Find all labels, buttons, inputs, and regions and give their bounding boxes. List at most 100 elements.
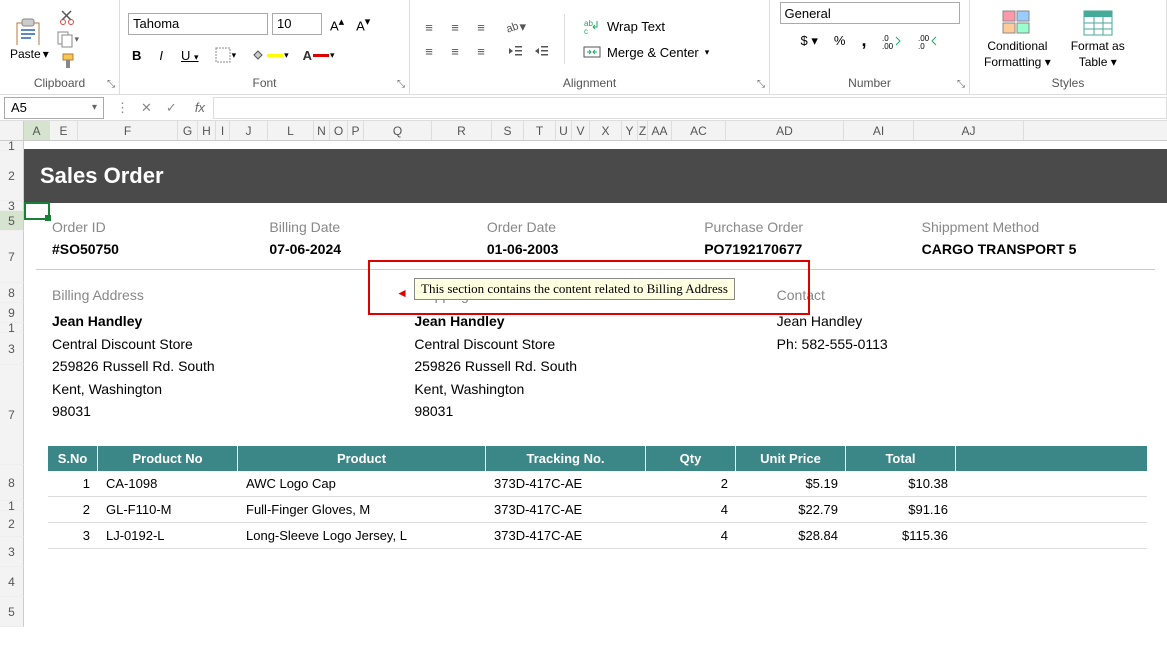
row-header[interactable]: 1 — [0, 323, 24, 333]
col-header-P[interactable]: P — [348, 121, 364, 140]
cell-pno[interactable]: LJ-0192-L — [98, 523, 238, 548]
row-header[interactable]: 3 — [0, 333, 24, 365]
col-header-AI[interactable]: AI — [844, 121, 914, 140]
col-header-X[interactable]: X — [590, 121, 622, 140]
col-header-L[interactable]: L — [268, 121, 314, 140]
decrease-indent-button[interactable] — [504, 41, 526, 61]
col-header-Y[interactable]: Y — [622, 121, 638, 140]
accept-formula-button[interactable]: ✓ — [160, 100, 183, 116]
row-header[interactable]: 5 — [0, 211, 24, 231]
col-header-AJ[interactable]: AJ — [914, 121, 1024, 140]
col-header-I[interactable]: I — [216, 121, 230, 140]
col-header-Q[interactable]: Q — [364, 121, 432, 140]
col-header-A[interactable]: A — [24, 121, 50, 140]
font-dialog-launcher[interactable]: ⤡ — [397, 79, 405, 90]
percent-button[interactable]: % — [830, 31, 850, 50]
cell-sno[interactable]: 3 — [48, 523, 98, 548]
cell-prd[interactable]: Long-Sleeve Logo Jersey, L — [238, 523, 486, 548]
col-header-H[interactable]: H — [198, 121, 216, 140]
col-header-V[interactable]: V — [572, 121, 590, 140]
align-middle-button[interactable]: ≡ — [444, 17, 466, 37]
cell-tot[interactable]: $91.16 — [846, 497, 956, 522]
bold-button[interactable]: B — [128, 46, 145, 65]
cell-upr[interactable]: $22.79 — [736, 497, 846, 522]
col-header-AC[interactable]: AC — [672, 121, 726, 140]
increase-decimal-button[interactable]: .0.00 — [878, 31, 906, 51]
col-header-Z[interactable]: Z — [638, 121, 648, 140]
cell-qty[interactable]: 4 — [646, 497, 736, 522]
name-box[interactable]: A5 ▾ — [4, 97, 104, 119]
fx-icon[interactable]: fx — [187, 100, 213, 115]
alignment-dialog-launcher[interactable]: ⤡ — [757, 79, 765, 90]
row-header[interactable]: 8 — [0, 283, 24, 303]
row-header[interactable]: 2 — [0, 511, 24, 537]
orientation-button[interactable]: ab▾ — [504, 17, 526, 37]
row-header[interactable]: 3 — [0, 201, 24, 211]
cell-prd[interactable]: Full-Finger Gloves, M — [238, 497, 486, 522]
cell-upr[interactable]: $28.84 — [736, 523, 846, 548]
col-header-E[interactable]: E — [50, 121, 78, 140]
row-header[interactable]: 7 — [0, 231, 24, 283]
col-header-J[interactable]: J — [230, 121, 268, 140]
conditional-formatting-button[interactable]: Conditional Formatting ▾ — [978, 7, 1057, 71]
align-center-button[interactable]: ≡ — [444, 41, 466, 61]
underline-button[interactable]: U ▾ — [177, 46, 203, 65]
formula-input[interactable] — [213, 97, 1167, 119]
font-family-select[interactable] — [128, 13, 268, 35]
cell-pno[interactable]: GL-F110-M — [98, 497, 238, 522]
col-header-N[interactable]: N — [314, 121, 330, 140]
cancel-formula-button[interactable]: ✕ — [135, 100, 158, 116]
col-header-F[interactable]: F — [78, 121, 178, 140]
col-header-AD[interactable]: AD — [726, 121, 844, 140]
currency-button[interactable]: $ ▾ — [797, 31, 822, 51]
col-header-U[interactable]: U — [556, 121, 572, 140]
cell-qty[interactable]: 4 — [646, 523, 736, 548]
decrease-font-button[interactable]: A▾ — [352, 13, 374, 35]
row-header[interactable]: 3 — [0, 537, 24, 567]
row-header[interactable]: 7 — [0, 365, 24, 465]
font-size-select[interactable] — [272, 13, 322, 35]
increase-indent-button[interactable] — [530, 41, 552, 61]
sheet-content[interactable]: Sales Order Order ID #SO50750 Billing Da… — [24, 141, 1167, 627]
wrap-text-button[interactable]: abcWrap Text — [577, 15, 715, 37]
col-header-G[interactable]: G — [178, 121, 198, 140]
align-bottom-button[interactable]: ≡ — [470, 17, 492, 37]
decrease-decimal-button[interactable]: .00.0 — [914, 31, 942, 51]
cell-tot[interactable]: $10.38 — [846, 471, 956, 496]
cell-prd[interactable]: AWC Logo Cap — [238, 471, 486, 496]
cell-tot[interactable]: $115.36 — [846, 523, 956, 548]
row-header[interactable]: 1 — [0, 141, 24, 151]
number-dialog-launcher[interactable]: ⤡ — [957, 79, 965, 90]
col-header-S[interactable]: S — [492, 121, 524, 140]
col-header-T[interactable]: T — [524, 121, 556, 140]
number-format-select[interactable] — [780, 2, 960, 24]
copy-button[interactable]: ▾ — [55, 29, 81, 49]
row-header[interactable]: 4 — [0, 567, 24, 597]
align-left-button[interactable]: ≡ — [418, 41, 440, 61]
row-header[interactable]: 1 — [0, 501, 24, 511]
font-color-button[interactable]: A▾ — [301, 46, 337, 65]
border-button[interactable]: ▾ — [213, 45, 239, 65]
col-header-AA[interactable]: AA — [648, 121, 672, 140]
cell-upr[interactable]: $5.19 — [736, 471, 846, 496]
cell-sno[interactable]: 1 — [48, 471, 98, 496]
merge-center-button[interactable]: Merge & Center ▾ — [577, 41, 715, 63]
cell-trk[interactable]: 373D-417C-AE — [486, 523, 646, 548]
increase-font-button[interactable]: A▴ — [326, 13, 348, 35]
select-all-corner[interactable] — [0, 121, 24, 140]
chevron-down-icon[interactable]: ▾ — [92, 102, 97, 113]
cut-button[interactable] — [55, 7, 81, 27]
cell-qty[interactable]: 2 — [646, 471, 736, 496]
comma-button[interactable]: , — [857, 28, 870, 53]
col-header-R[interactable]: R — [432, 121, 492, 140]
fill-color-button[interactable]: ▾ — [248, 45, 291, 65]
cell-trk[interactable]: 373D-417C-AE — [486, 471, 646, 496]
align-right-button[interactable]: ≡ — [470, 41, 492, 61]
row-header[interactable]: 5 — [0, 597, 24, 627]
row-header[interactable]: 2 — [0, 151, 24, 201]
col-header-O[interactable]: O — [330, 121, 348, 140]
format-painter-button[interactable] — [55, 51, 81, 71]
row-header[interactable]: 8 — [0, 465, 24, 501]
format-as-table-button[interactable]: Format as Table ▾ — [1065, 7, 1131, 71]
paste-button[interactable]: Paste ▾ — [8, 15, 51, 63]
